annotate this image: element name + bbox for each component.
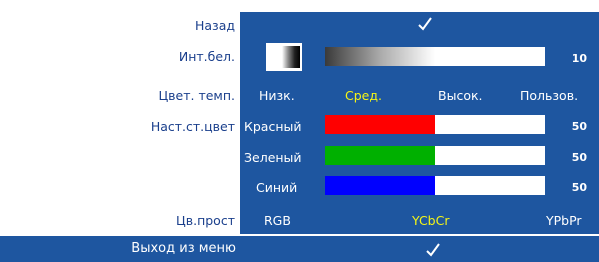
green-fill (325, 146, 435, 165)
red-slider[interactable] (325, 115, 545, 134)
white-intensity-fill (325, 47, 435, 66)
color-space-option-rgb[interactable]: RGB (264, 213, 291, 228)
white-intensity-label: Инт.бел. (178, 49, 235, 64)
green-slider[interactable] (325, 146, 545, 165)
exit-checkmark-icon[interactable] (426, 243, 440, 257)
red-fill (325, 115, 435, 134)
color-temp-option-low[interactable]: Низк. (259, 88, 295, 103)
blue-fill (325, 176, 435, 195)
color-temp-option-medium[interactable]: Сред. (345, 88, 382, 103)
blue-label: Синий (256, 180, 298, 195)
color-space-label: Цв.прост (176, 213, 235, 228)
color-temp-label: Цвет. темп. (158, 88, 235, 103)
user-color-label: Наст.ст.цвет (150, 119, 235, 134)
color-temp-option-high[interactable]: Высок. (438, 88, 483, 103)
blue-slider[interactable] (325, 176, 545, 195)
color-temp-option-user[interactable]: Пользов. (520, 88, 578, 103)
red-value: 50 (571, 120, 587, 133)
blue-value: 50 (571, 181, 587, 194)
exit-menu-label[interactable]: Выход из меню (0, 241, 236, 256)
white-intensity-slider[interactable] (325, 47, 545, 66)
back-checkmark-icon[interactable] (418, 17, 432, 31)
green-value: 50 (571, 151, 587, 164)
red-label: Красный (244, 119, 302, 134)
back-label[interactable]: Назад (195, 18, 235, 33)
osd-menu: Назад Инт.бел. 10 Цвет. темп. Низк. Сред… (0, 0, 599, 262)
color-space-option-ypbpr[interactable]: YPbPr (546, 213, 582, 228)
white-intensity-value: 10 (571, 52, 587, 65)
white-intensity-icon (266, 43, 302, 71)
green-label: Зеленый (244, 150, 302, 165)
color-space-option-ycbcr[interactable]: YCbCr (412, 213, 449, 228)
